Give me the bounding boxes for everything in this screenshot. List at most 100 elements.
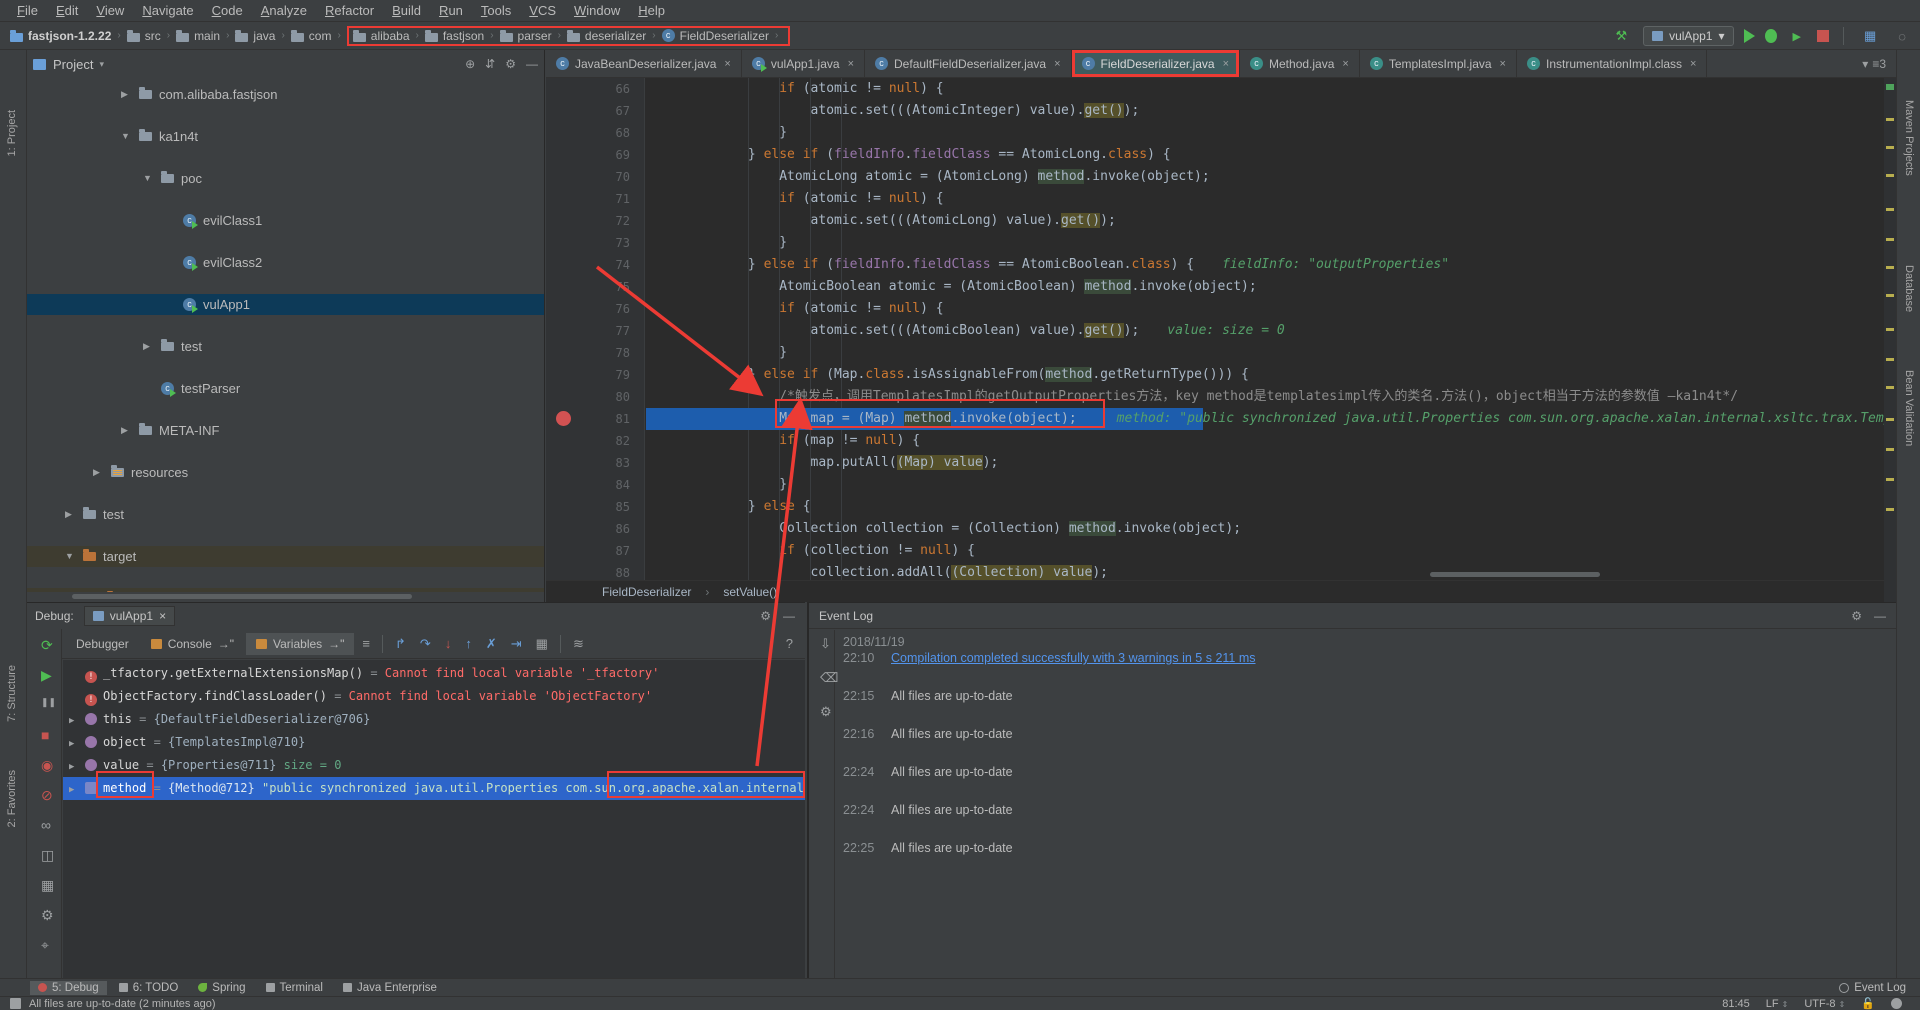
tool-stripe-maven-projects[interactable]: Maven Projects xyxy=(1903,100,1915,176)
tree-collapsed-icon[interactable]: ▶ xyxy=(65,504,72,525)
line-ending-selector[interactable]: LF ⇕ xyxy=(1766,998,1789,1010)
restore-layout-icon[interactable]: ▦ xyxy=(35,877,60,894)
editor-tab-templatesimpl-java[interactable]: cTemplatesImpl.java× xyxy=(1360,50,1517,77)
code-line[interactable]: Collection collection = (Collection) met… xyxy=(646,518,1896,540)
tree-collapsed-icon[interactable]: ▶ xyxy=(121,84,128,105)
code-line[interactable]: } xyxy=(646,122,1896,144)
breadcrumb-class[interactable]: FieldDeserializer xyxy=(602,585,691,599)
tree-item-evilclass1[interactable]: cevilClass1 xyxy=(27,210,544,231)
code-line[interactable]: atomic.set(((AtomicBoolean) value).get()… xyxy=(646,320,1896,342)
menu-item-navigate[interactable]: Navigate xyxy=(133,1,202,20)
code-line[interactable]: collection.addAll((Collection) value); xyxy=(646,562,1896,580)
code-line[interactable]: } xyxy=(646,474,1896,496)
layout-menu-icon[interactable]: ≡ xyxy=(356,636,376,651)
code-line[interactable]: atomic.set(((AtomicInteger) value).get()… xyxy=(646,100,1896,122)
rerun-icon[interactable]: ⟳ xyxy=(35,637,59,654)
menu-item-edit[interactable]: Edit xyxy=(47,1,87,20)
debugger-tab-console[interactable]: Console→" xyxy=(141,633,244,655)
clear-all-icon[interactable]: ⌫ xyxy=(814,670,844,686)
variable-row-this[interactable]: ▶this = {DefaultFieldDeserializer@706} xyxy=(63,708,805,731)
code-line[interactable]: /*触发点，调用TemplatesImpl的getOutputPropertie… xyxy=(646,386,1896,408)
code-line[interactable]: if (atomic != null) { xyxy=(646,298,1896,320)
tree-collapsed-icon[interactable]: ▶ xyxy=(93,462,100,483)
tool-stripe-structure[interactable]: 7: Structure xyxy=(6,665,18,722)
tree-expanded-icon[interactable]: ▼ xyxy=(121,126,130,147)
close-icon[interactable]: × xyxy=(848,58,854,70)
debug-session-tab[interactable]: vulApp1 × xyxy=(84,606,175,626)
tool-stripe-bean-validation[interactable]: Bean Validation xyxy=(1903,370,1915,446)
variable-row-method[interactable]: ▶method = {Method@712} "public synchroni… xyxy=(63,777,805,800)
settings-gear-icon[interactable]: ⚙ xyxy=(760,609,771,623)
breadcrumb-item[interactable]: alibaba xyxy=(353,29,410,43)
code-line[interactable]: } else if (fieldInfo.fieldClass == Atomi… xyxy=(646,144,1896,166)
tool-windows-icon[interactable]: ▦ xyxy=(1858,28,1882,44)
tree-item-testparser[interactable]: ctestParser xyxy=(27,378,544,399)
tree-item-classes[interactable]: ▶classes xyxy=(27,588,544,592)
close-icon[interactable]: × xyxy=(1223,58,1229,70)
code-line[interactable]: } else if (Map.class.isAssignableFrom(me… xyxy=(646,364,1896,386)
menu-item-vcs[interactable]: VCS xyxy=(520,1,565,20)
close-icon[interactable]: × xyxy=(724,58,730,70)
variable-row--tfactory-getexternalextensionsmap--[interactable]: !_tfactory.getExternalExtensionsMap() = … xyxy=(63,662,805,685)
tree-collapsed-icon[interactable]: ▶ xyxy=(69,756,85,777)
locate-icon[interactable]: ⊕ xyxy=(465,57,475,71)
show-execution-point-icon[interactable]: ↱ xyxy=(389,636,412,652)
execution-line[interactable]: Map map = (Map) method.invoke(object);me… xyxy=(646,408,1896,430)
settings-gear-icon[interactable]: ⚙ xyxy=(505,57,516,71)
breadcrumb-item[interactable]: com xyxy=(291,29,332,43)
editor-hscrollbar[interactable] xyxy=(1430,572,1600,577)
code-line[interactable]: } xyxy=(646,342,1896,364)
unlock-icon[interactable]: 🔓 xyxy=(1861,997,1875,1010)
menu-item-window[interactable]: Window xyxy=(565,1,629,20)
editor-tab-instrumentationimpl-class[interactable]: cInstrumentationImpl.class× xyxy=(1517,50,1708,77)
toolwindow-button-event-log[interactable]: Event Log xyxy=(1831,981,1920,995)
editor-tab-vulapp1-java[interactable]: cvulApp1.java× xyxy=(742,50,865,77)
tree-collapsed-icon[interactable]: ▶ xyxy=(143,336,150,357)
variable-row-objectfactory-findclassloader--[interactable]: !ObjectFactory.findClassLoader() = Canno… xyxy=(63,685,805,708)
code-line[interactable]: } else { xyxy=(646,496,1896,518)
tree-collapsed-icon[interactable]: ▶ xyxy=(69,733,85,754)
tree-collapsed-icon[interactable]: ▶ xyxy=(69,779,85,800)
step-out-icon[interactable]: ↑ xyxy=(459,636,478,651)
caret-position[interactable]: 81:45 xyxy=(1722,998,1750,1010)
toolwindow-button-spring[interactable]: Spring xyxy=(190,981,253,995)
tree-item-evilclass2[interactable]: cevilClass2 xyxy=(27,252,544,273)
tree-item-target[interactable]: ▼target xyxy=(27,546,544,567)
async-stacks-icon[interactable]: ∞ xyxy=(35,817,57,833)
tree-item-test[interactable]: ▶test xyxy=(27,336,544,357)
breadcrumb-method[interactable]: setValue() xyxy=(723,585,777,599)
menu-item-build[interactable]: Build xyxy=(383,1,430,20)
close-icon[interactable]: × xyxy=(1342,58,1348,70)
toolwindow-button-5--debug[interactable]: 5: Debug xyxy=(30,981,107,995)
menu-item-tools[interactable]: Tools xyxy=(472,1,520,20)
close-icon[interactable]: × xyxy=(159,609,166,623)
editor-gutter[interactable]: 6667686970717273747576777879808182838485… xyxy=(546,78,645,580)
menu-item-help[interactable]: Help xyxy=(629,1,674,20)
breadcrumb-item[interactable]: src xyxy=(127,29,161,43)
debug-icon[interactable] xyxy=(1765,29,1777,43)
tree-item-resources[interactable]: ▶resources xyxy=(27,462,544,483)
project-panel-header[interactable]: Project ▾ ⊕⇵⚙— xyxy=(27,50,544,78)
event-message-link[interactable]: Compilation completed successfully with … xyxy=(891,651,1256,665)
code-editor[interactable]: 6667686970717273747576777879808182838485… xyxy=(546,78,1896,602)
stop-icon[interactable] xyxy=(1817,30,1829,42)
toolwindow-button-terminal[interactable]: Terminal xyxy=(258,981,331,995)
tool-stripe-favorites[interactable]: 2: Favorites xyxy=(6,770,18,827)
code-line[interactable]: if (map != null) { xyxy=(646,430,1896,452)
breadcrumb-item[interactable]: java xyxy=(235,29,275,43)
code-line[interactable]: atomic.set(((AtomicLong) value).get()); xyxy=(646,210,1896,232)
help-icon[interactable]: ? xyxy=(780,636,805,651)
tree-collapsed-icon[interactable]: ▶ xyxy=(89,588,96,592)
debugger-tab-debugger[interactable]: Debugger xyxy=(66,633,139,655)
tree-item-ka1n4t[interactable]: ▼ka1n4t xyxy=(27,126,544,147)
close-icon[interactable]: × xyxy=(1500,58,1506,70)
hector-icon[interactable] xyxy=(1891,998,1902,1009)
settings-gear-icon[interactable]: ⚙ xyxy=(35,907,60,924)
code-line[interactable]: if (atomic != null) { xyxy=(646,188,1896,210)
menu-item-analyze[interactable]: Analyze xyxy=(252,1,316,20)
tool-stripe-project[interactable]: 1: Project xyxy=(6,110,18,156)
menu-item-refactor[interactable]: Refactor xyxy=(316,1,383,20)
breadcrumb-item[interactable]: fastjson xyxy=(425,29,484,43)
drop-frame-icon[interactable]: ✗ xyxy=(480,636,503,652)
code-line[interactable]: AtomicLong atomic = (AtomicLong) method.… xyxy=(646,166,1896,188)
